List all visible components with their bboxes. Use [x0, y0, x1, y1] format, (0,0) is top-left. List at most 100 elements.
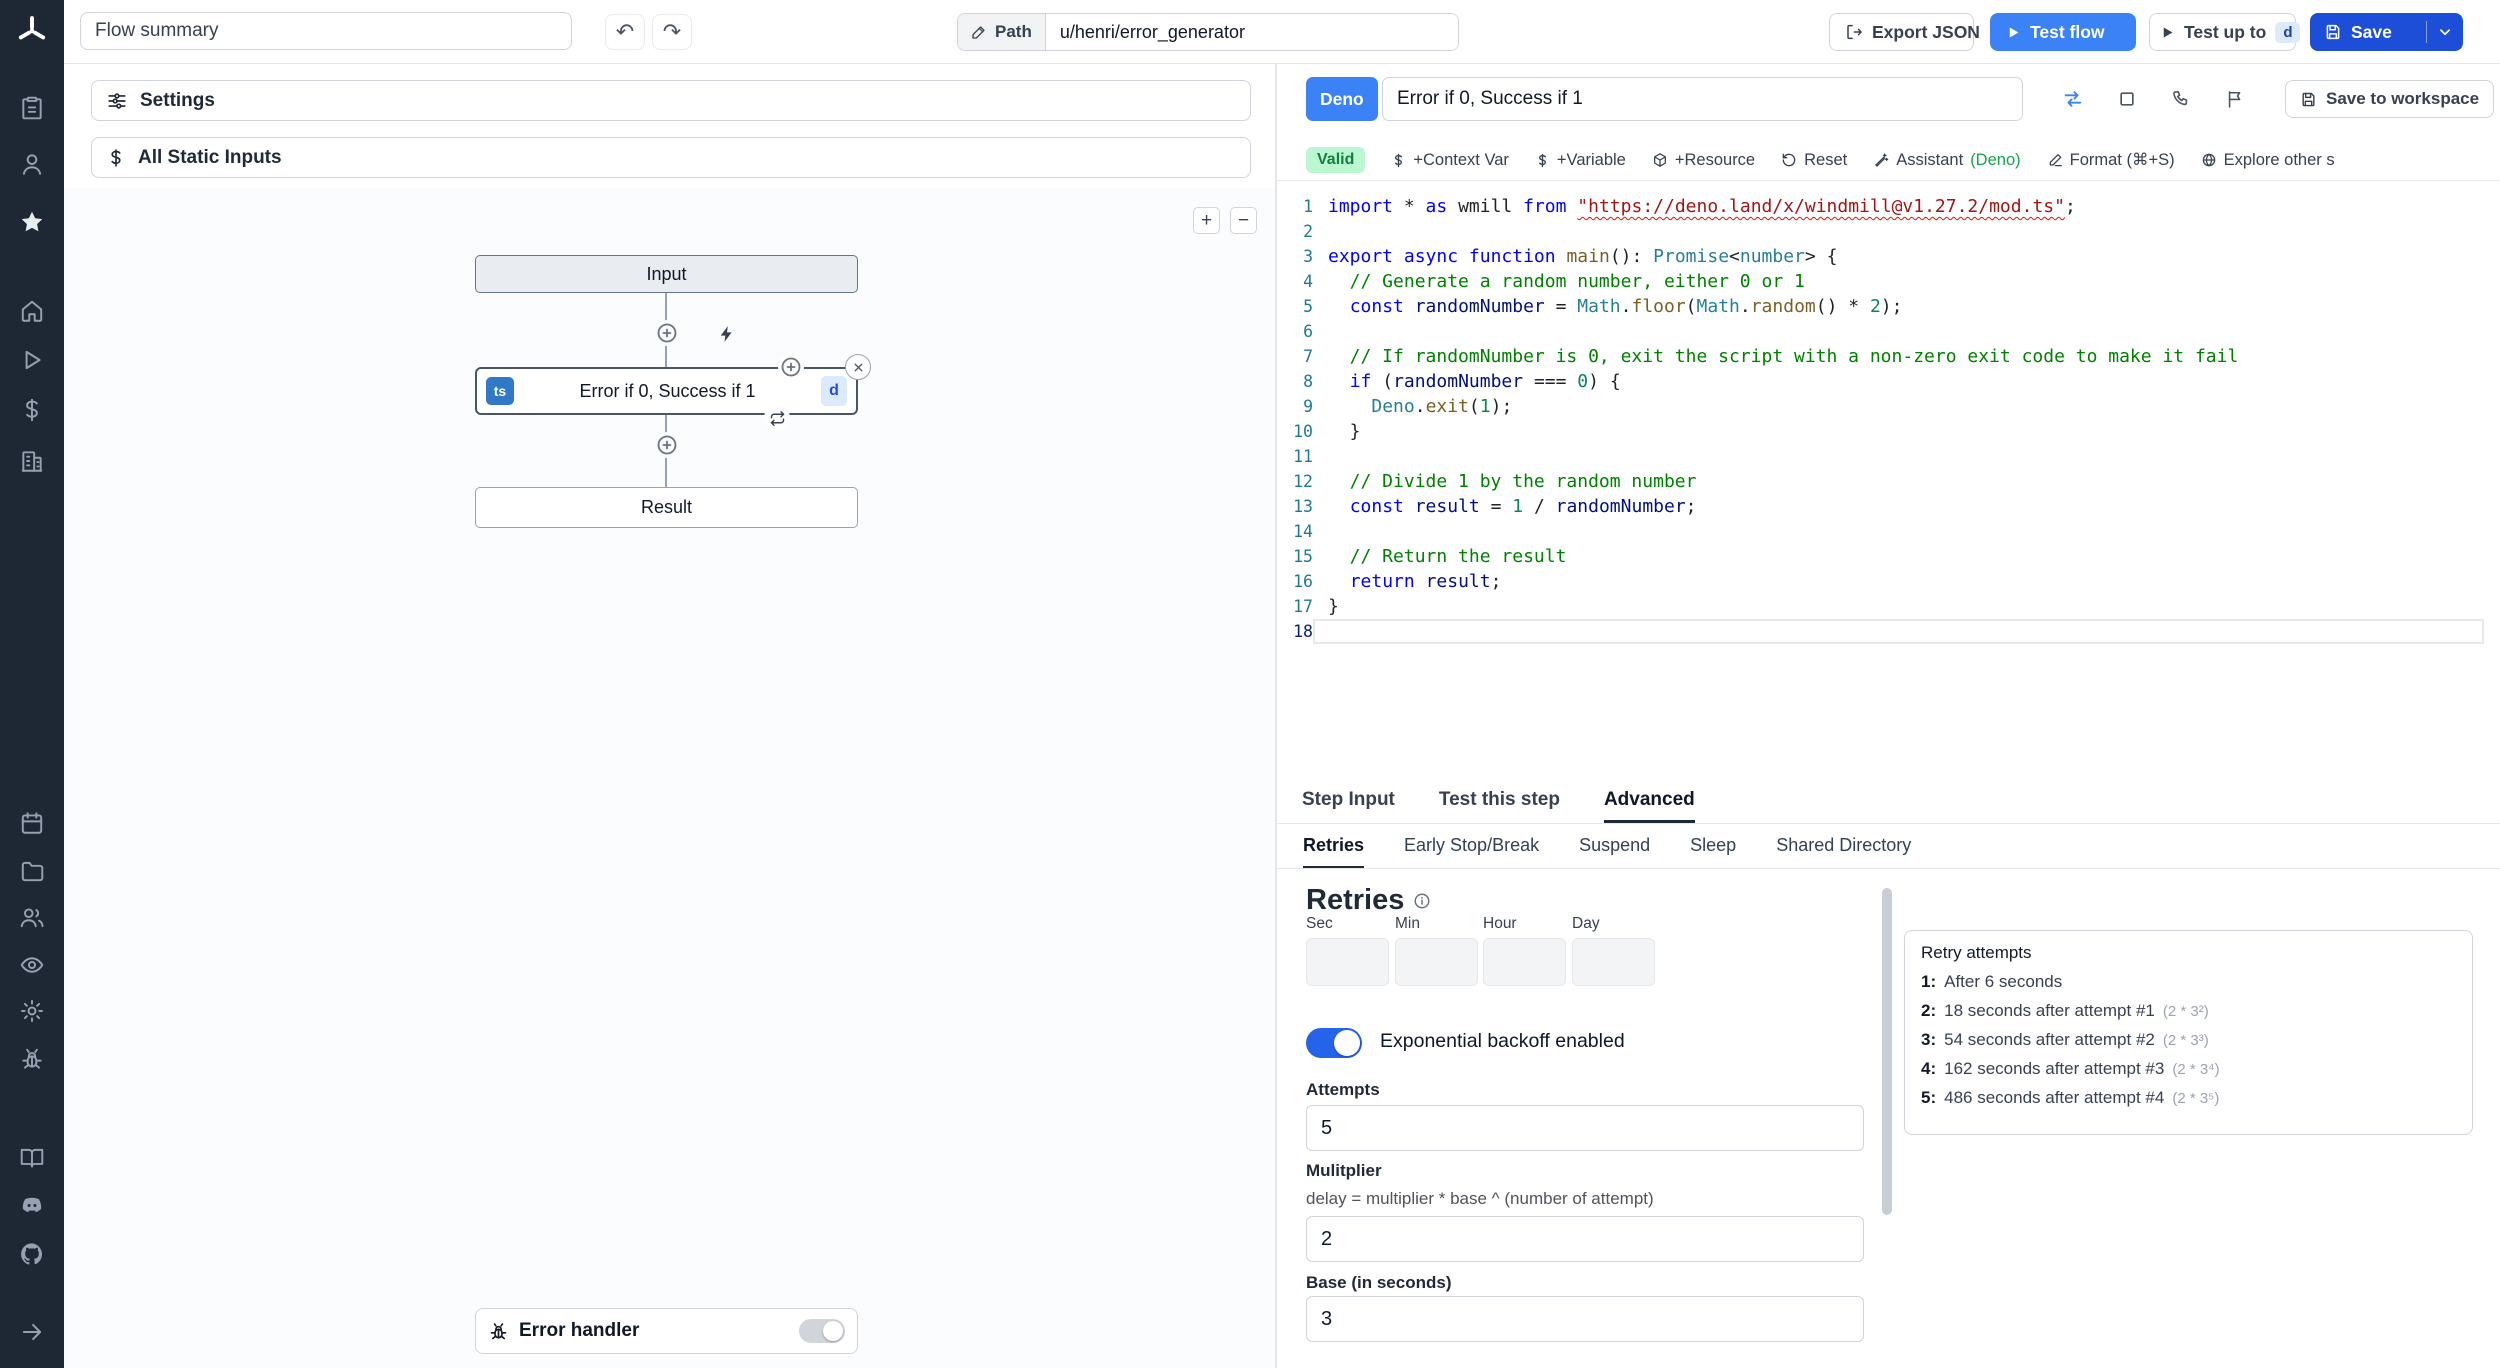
path-input[interactable]	[1045, 14, 1458, 50]
add-resource-button[interactable]: +Resource	[1652, 151, 1755, 170]
save-button[interactable]: Save	[2310, 22, 2418, 43]
result-node[interactable]: Result	[475, 487, 858, 528]
code-text: }	[1313, 419, 2500, 444]
save-dropdown-button[interactable]	[2427, 13, 2463, 51]
code-line[interactable]: 15 // Return the result	[1277, 544, 2500, 569]
multiplier-input[interactable]	[1306, 1216, 1864, 1262]
scrollbar-thumb[interactable]	[1882, 888, 1892, 1215]
code-editor[interactable]: 1 import * as wmill from "https://deno.la…	[1277, 194, 2500, 664]
square-icon[interactable]	[2109, 81, 2145, 117]
code-token: // Divide 1 by the random number	[1328, 471, 1697, 492]
user-icon[interactable]	[19, 151, 45, 177]
zoom-out-button[interactable]: −	[1230, 207, 1257, 234]
tab-test-this-step[interactable]: Test this step	[1439, 780, 1560, 823]
tab-step-input[interactable]: Step Input	[1302, 780, 1395, 823]
subtab-shared-directory[interactable]: Shared Directory	[1776, 824, 1911, 868]
line-number: 18	[1293, 622, 1313, 641]
min-input[interactable]	[1395, 938, 1478, 986]
redo-button[interactable]: ↷	[652, 14, 692, 50]
github-icon[interactable]	[19, 1241, 45, 1267]
zap-icon[interactable]	[714, 321, 740, 347]
code-line[interactable]: 8 if (randomNumber === 0) {	[1277, 369, 2500, 394]
dollar-icon[interactable]	[19, 397, 45, 423]
calendar-icon[interactable]	[19, 810, 45, 836]
add-variable-button[interactable]: +Variable	[1535, 151, 1626, 170]
subtab-early-stop[interactable]: Early Stop/Break	[1404, 824, 1539, 868]
code-token: (	[1468, 396, 1480, 417]
star-icon[interactable]	[19, 209, 45, 235]
hour-input[interactable]	[1483, 938, 1566, 986]
add-step-button[interactable]	[654, 432, 680, 458]
code-line[interactable]: 9 Deno.exit(1);	[1277, 394, 2500, 419]
code-token: if	[1349, 371, 1372, 392]
code-line[interactable]: 14	[1277, 519, 2500, 544]
home-icon[interactable]	[19, 298, 45, 324]
export-json-button[interactable]: Export JSON	[1829, 13, 1980, 51]
sec-input[interactable]	[1306, 938, 1389, 986]
code-line[interactable]: 11	[1277, 444, 2500, 469]
building-icon[interactable]	[19, 448, 45, 474]
test-flow-button[interactable]: Test flow	[1990, 13, 2136, 51]
arrow-right-icon[interactable]	[19, 1319, 45, 1345]
zoom-in-button[interactable]: +	[1193, 207, 1220, 234]
code-line[interactable]: 3 export async function main(): Promise<n…	[1277, 244, 2500, 269]
attempts-input[interactable]	[1306, 1105, 1864, 1151]
all-static-inputs-section[interactable]: All Static Inputs	[91, 137, 1251, 178]
tab-advanced[interactable]: Advanced	[1603, 780, 1695, 823]
code-line[interactable]: 16 return result;	[1277, 569, 2500, 594]
play-icon[interactable]	[19, 347, 45, 373]
code-line[interactable]: 18	[1277, 619, 2500, 644]
rotate-ccw-icon	[1781, 152, 1797, 168]
error-handler-toggle[interactable]	[799, 1319, 845, 1343]
code-line[interactable]: 6	[1277, 319, 2500, 344]
code-line[interactable]: 17}	[1277, 594, 2500, 619]
day-input[interactable]	[1572, 938, 1655, 986]
code-line[interactable]: 1 import * as wmill from "https://deno.la…	[1277, 194, 2500, 219]
explore-scripts-button[interactable]: Explore other s	[2201, 151, 2335, 170]
bug-icon[interactable]	[19, 1046, 45, 1072]
base-seconds-input[interactable]	[1306, 1296, 1864, 1342]
windmill-logo[interactable]	[15, 14, 49, 48]
folder-icon[interactable]	[19, 858, 45, 884]
reset-button[interactable]: Reset	[1781, 151, 1847, 170]
subtab-retries[interactable]: Retries	[1303, 824, 1365, 868]
exponential-backoff-toggle[interactable]	[1306, 1028, 1362, 1058]
subtab-suspend[interactable]: Suspend	[1579, 824, 1650, 868]
subtab-sleep[interactable]: Sleep	[1690, 824, 1736, 868]
phone-icon[interactable]	[2163, 81, 2199, 117]
retry-indicator-button[interactable]	[764, 405, 790, 431]
code-line[interactable]: 13 const result = 1 / randomNumber;	[1277, 494, 2500, 519]
code-line[interactable]: 4 // Generate a random number, either 0 …	[1277, 269, 2500, 294]
test-up-to-button[interactable]: Test up to d	[2149, 13, 2301, 51]
add-step-button[interactable]	[654, 320, 680, 346]
code-token: ) {	[1588, 371, 1621, 392]
swap-arrows-icon[interactable]	[2055, 81, 2091, 117]
assistant-button[interactable]: Assistant (Deno)	[1873, 151, 2021, 170]
add-context-var-button[interactable]: +Context Var	[1391, 151, 1509, 170]
delete-step-button[interactable]	[845, 354, 871, 380]
clipboard-list-icon[interactable]	[19, 95, 45, 121]
info-icon[interactable]	[1413, 892, 1431, 910]
eye-icon[interactable]	[19, 952, 45, 978]
globe-icon	[2201, 152, 2217, 168]
discord-icon[interactable]	[19, 1193, 45, 1219]
code-line[interactable]: 7 // If randomNumber is 0, exit the scri…	[1277, 344, 2500, 369]
save-to-workspace-button[interactable]: Save to workspace	[2285, 80, 2495, 118]
flow-settings-section[interactable]: Settings	[91, 80, 1251, 121]
gear-icon[interactable]	[19, 998, 45, 1024]
undo-button[interactable]: ↶	[605, 14, 645, 50]
flag-icon[interactable]	[2217, 81, 2253, 117]
users-icon[interactable]	[19, 904, 45, 930]
input-node[interactable]: Input	[475, 255, 858, 293]
input-node-label: Input	[646, 263, 687, 284]
code-line[interactable]: 2	[1277, 219, 2500, 244]
book-open-icon[interactable]	[19, 1145, 45, 1171]
code-line[interactable]: 12 // Divide 1 by the random number	[1277, 469, 2500, 494]
code-line[interactable]: 10 }	[1277, 419, 2500, 444]
code-line[interactable]: 5 const randomNumber = Math.floor(Math.r…	[1277, 294, 2500, 319]
plus-circle-icon[interactable]	[778, 354, 804, 380]
flow-canvas[interactable]	[64, 188, 1275, 1368]
flow-summary-input[interactable]	[80, 12, 572, 50]
step-title-input[interactable]	[1382, 77, 2023, 121]
format-button[interactable]: Format (⌘+S)	[2047, 150, 2175, 170]
